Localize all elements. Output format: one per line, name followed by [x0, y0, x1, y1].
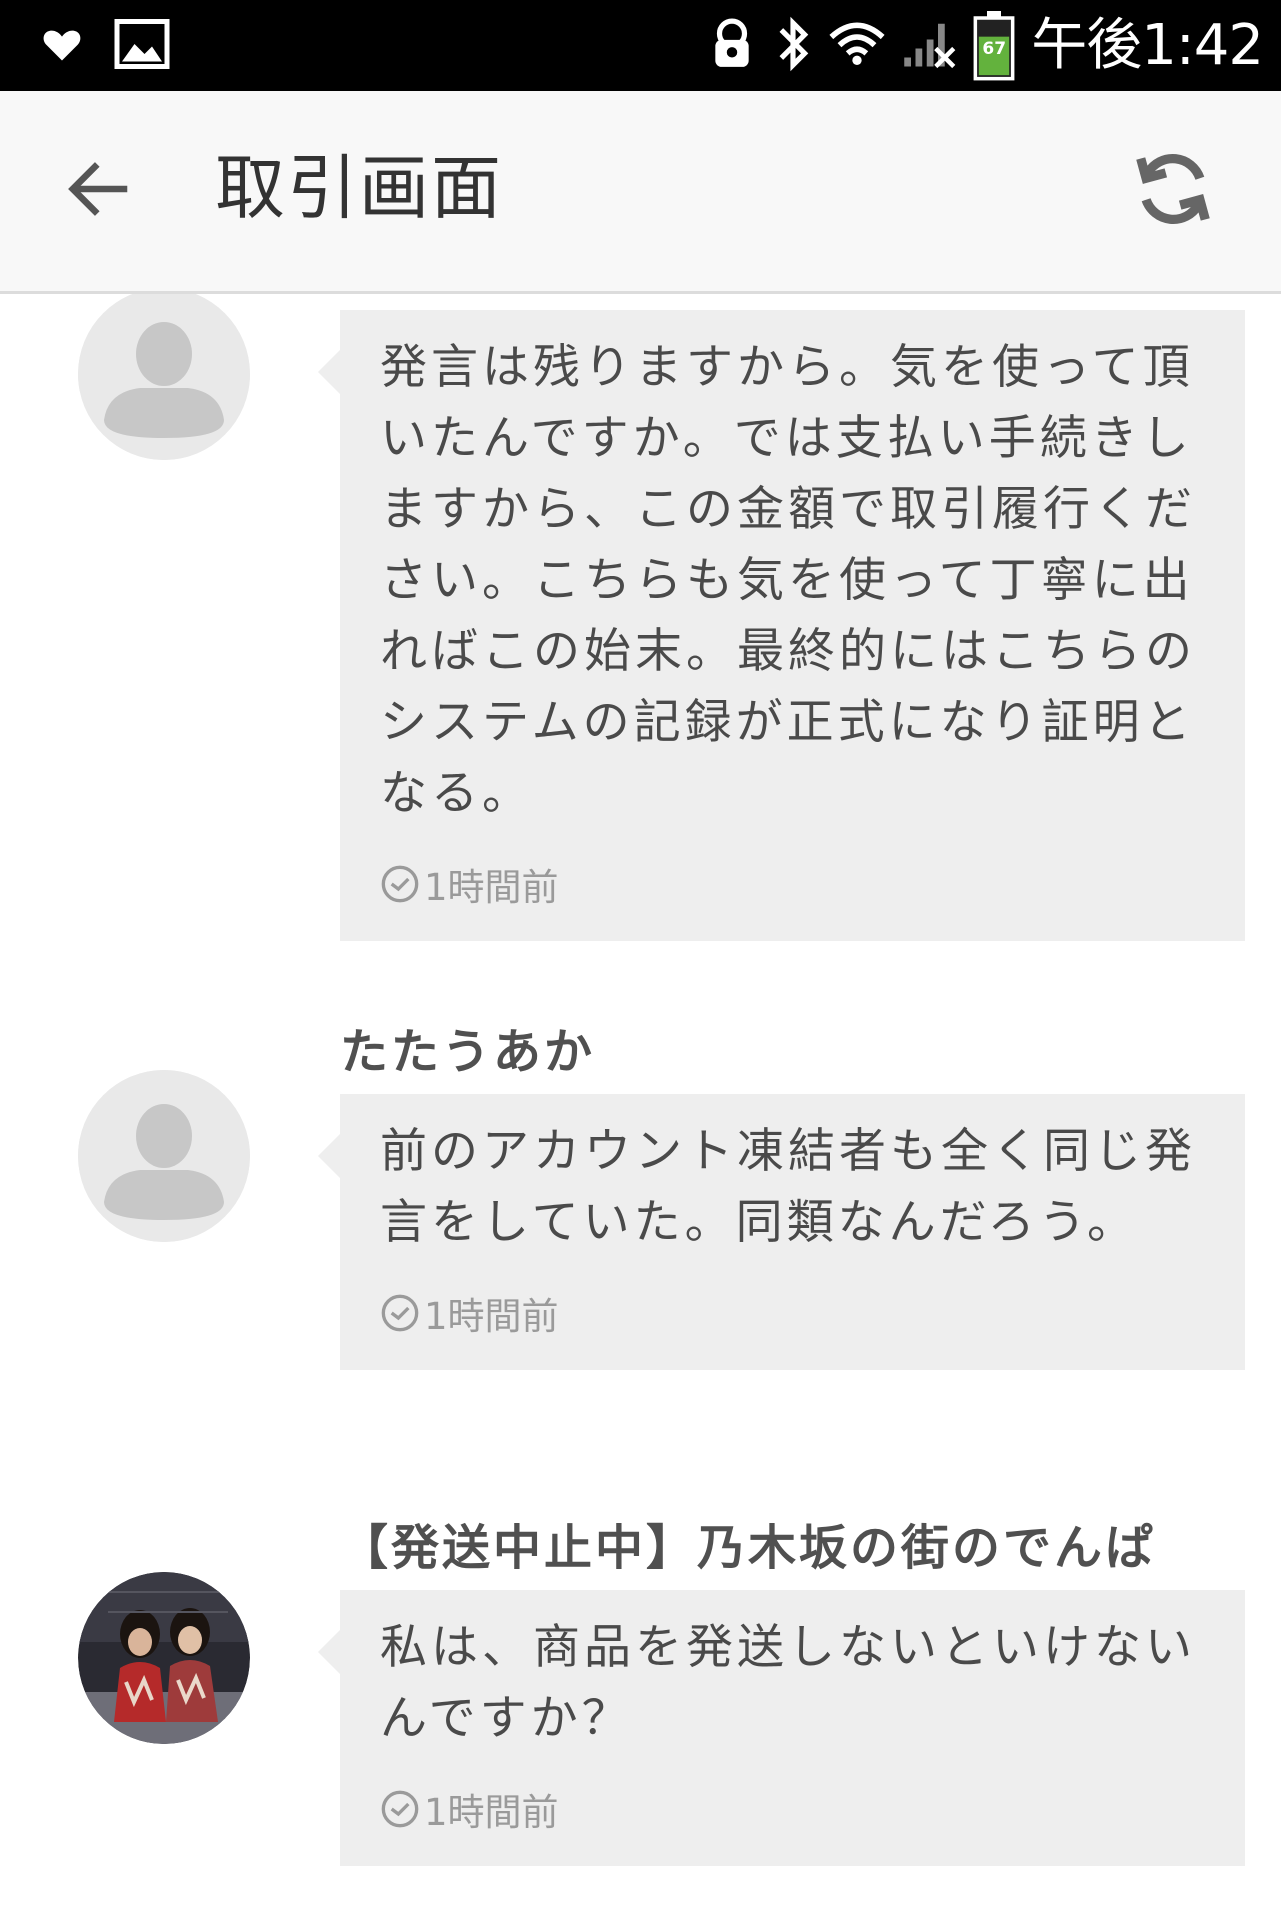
- clock-icon: [381, 865, 419, 903]
- status-bar: 67 午後1:42: [0, 0, 1281, 91]
- message-timestamp: 1時間前: [380, 1286, 1205, 1340]
- heart-icon: [40, 22, 84, 70]
- page-title: 取引画面: [215, 147, 503, 229]
- sender-name: 【発送中止中】乃木坂の街のでんぱ: [340, 1520, 1157, 1576]
- arrow-left-icon: [67, 159, 133, 223]
- timestamp-label: 1時間前: [424, 1295, 559, 1338]
- status-time: 午後1:42: [1031, 13, 1264, 78]
- message-bubble: 発言は残りますから。気を使って頂いたんですか。では支払い手続きしますから、この金…: [318, 310, 1245, 941]
- message-text: 前のアカウント凍結者も全く同じ発言をしていた。同類なんだろう。: [380, 1124, 1196, 1250]
- avatar[interactable]: [78, 1572, 250, 1744]
- clock-icon: [381, 1790, 419, 1828]
- bluetooth-icon: [773, 16, 813, 76]
- signal-icon: [901, 17, 957, 75]
- back-button[interactable]: [60, 151, 140, 231]
- app-bar: 取引画面: [0, 91, 1281, 294]
- clock-icon: [381, 1294, 419, 1332]
- refresh-button[interactable]: [1125, 143, 1221, 239]
- timestamp-label: 1時間前: [424, 1791, 559, 1834]
- refresh-icon: [1130, 146, 1216, 236]
- message-timestamp: 1時間前: [380, 857, 1205, 911]
- lock-icon: [707, 14, 757, 78]
- message-feed[interactable]: 発言は残りますから。気を使って頂いたんですか。では支払い手続きしますから、この金…: [0, 294, 1281, 1920]
- battery-level: 67: [982, 39, 1007, 59]
- default-avatar-icon: [78, 1070, 250, 1242]
- timestamp-label: 1時間前: [424, 866, 559, 909]
- image-icon: [112, 14, 172, 78]
- message-bubble: 前のアカウント凍結者も全く同じ発言をしていた。同類なんだろう。 1時間前: [318, 1094, 1245, 1370]
- message-text: 私は、商品を発送しないといけないんですか？: [380, 1620, 1196, 1746]
- photo-avatar: [78, 1572, 250, 1744]
- wifi-icon: [829, 19, 885, 73]
- default-avatar-icon: [78, 294, 250, 460]
- message-timestamp: 1時間前: [380, 1782, 1205, 1836]
- sender-name: たたうあか: [340, 1024, 596, 1080]
- battery-icon: 67: [973, 11, 1015, 81]
- message-text: 発言は残りますから。気を使って頂いたんですか。では支払い手続きしますから、この金…: [380, 340, 1196, 821]
- message-bubble: 私は、商品を発送しないといけないんですか？ 1時間前: [318, 1590, 1245, 1866]
- avatar[interactable]: [78, 294, 250, 460]
- avatar[interactable]: [78, 1070, 250, 1242]
